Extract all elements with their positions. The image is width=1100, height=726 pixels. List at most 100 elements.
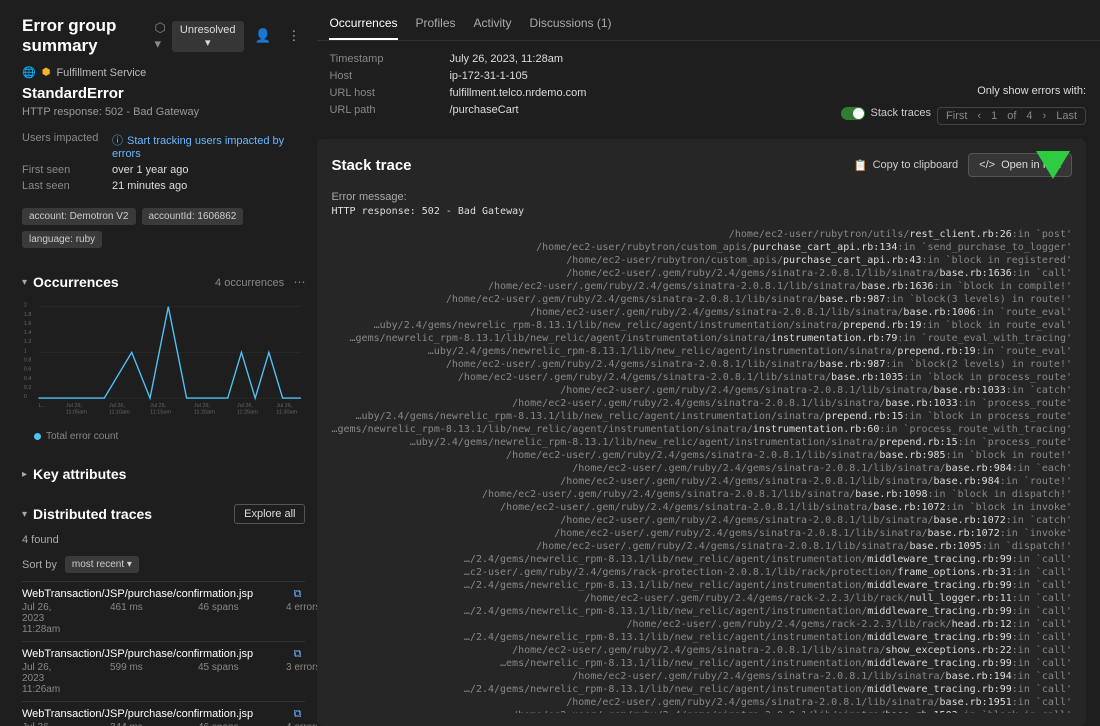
pager-first[interactable]: First <box>942 110 971 122</box>
pager-total: 4 <box>1022 110 1036 122</box>
users-impacted-label: Users impacted <box>22 132 112 160</box>
tracking-link[interactable]: Start tracking users impacted by errors <box>112 135 284 160</box>
trace-errors: 3 errors <box>286 662 317 695</box>
status-dropdown[interactable]: Unresolved ▾ <box>172 21 244 52</box>
trace-spans: 45 spans <box>198 662 246 695</box>
last-seen-label: Last seen <box>22 180 112 192</box>
error-name: StandardError <box>22 85 305 102</box>
error-message-label: Error message: <box>331 191 1072 203</box>
occurrences-count: 4 occurrences <box>215 277 284 289</box>
open-trace-icon[interactable]: ⧉ <box>294 588 302 601</box>
traces-found: 4 found <box>22 534 305 546</box>
svg-text:Jul 26,: Jul 26, <box>237 403 254 409</box>
svg-text:2: 2 <box>24 303 27 309</box>
more-icon[interactable]: ⋯ <box>293 275 305 289</box>
tag[interactable]: accountId: 1606862 <box>142 208 244 225</box>
code-icon: </> <box>979 159 995 171</box>
info-icon: ⓘ <box>112 135 123 147</box>
copy-clipboard-button[interactable]: 📋 Copy to clipboard <box>854 159 958 172</box>
svg-text:11:10am: 11:10am <box>109 410 130 416</box>
pager-last[interactable]: Last <box>1052 110 1081 122</box>
host-label: Host <box>329 70 449 82</box>
svg-text:Jul 26,: Jul 26, <box>276 403 293 409</box>
open-trace-icon[interactable]: ⧉ <box>294 648 302 661</box>
svg-text:0.8: 0.8 <box>24 358 32 364</box>
timestamp-value: July 26, 2023, 11:28am <box>449 53 563 65</box>
service-name[interactable]: Fulfillment Service <box>56 67 146 79</box>
trace-timestamp: Jul 26, 2023 11:18am <box>22 722 70 726</box>
stacktraces-toggle[interactable] <box>841 107 865 120</box>
svg-text:Jul 26,: Jul 26, <box>194 403 211 409</box>
host-value: ip-172-31-1-105 <box>449 70 527 82</box>
trace-item[interactable]: WebTransaction/JSP/purchase/confirmation… <box>22 701 305 726</box>
stack-trace-title: Stack trace <box>331 157 411 174</box>
tab-occurrences[interactable]: Occurrences <box>329 8 397 40</box>
only-show-label: Only show errors with: <box>841 85 1087 97</box>
open-trace-icon[interactable]: ⧉ <box>294 708 302 721</box>
entity-icon: ⬡ ▾ <box>155 20 166 52</box>
svg-text:1.6: 1.6 <box>24 321 32 327</box>
trace-name: WebTransaction/JSP/purchase/confirmation… <box>22 588 305 600</box>
svg-text:11:25am: 11:25am <box>237 410 258 416</box>
svg-text:0.2: 0.2 <box>24 385 32 391</box>
legend-dot-icon <box>34 433 41 440</box>
svg-text:11:30am: 11:30am <box>276 410 297 416</box>
urlpath-label: URL path <box>329 104 449 116</box>
svg-text:L...: L... <box>38 403 46 409</box>
trace-spans: 46 spans <box>198 722 246 726</box>
trace-spans: 46 spans <box>198 602 246 635</box>
tab-activity[interactable]: Activity <box>474 8 512 40</box>
urlhost-label: URL host <box>329 87 449 99</box>
pager-of: of <box>1003 110 1020 122</box>
last-seen-value: 21 minutes ago <box>112 180 187 192</box>
svg-text:1: 1 <box>24 348 27 354</box>
svg-text:11:20am: 11:20am <box>194 410 215 416</box>
first-seen-label: First seen <box>22 164 112 176</box>
svg-text:11:15am: 11:15am <box>150 410 171 416</box>
globe-icon: 🌐 <box>22 66 36 79</box>
chevron-down-icon[interactable]: ▾ <box>22 277 27 288</box>
trace-name: WebTransaction/JSP/purchase/confirmation… <box>22 708 305 720</box>
pager-pos: 1 <box>987 110 1001 122</box>
trace-timestamp: Jul 26, 2023 11:28am <box>22 602 70 635</box>
key-attributes-title: Key attributes <box>33 466 126 482</box>
svg-text:1.8: 1.8 <box>24 312 32 318</box>
svg-text:Jul 26,: Jul 26, <box>66 403 83 409</box>
tag[interactable]: account: Demotron V2 <box>22 208 136 225</box>
tab-profiles[interactable]: Profiles <box>416 8 456 40</box>
chevron-down-icon[interactable]: ▾ <box>22 509 27 520</box>
trace-duration: 599 ms <box>110 662 158 695</box>
svg-text:0: 0 <box>24 394 27 400</box>
error-message-text: HTTP response: 502 - Bad Gateway <box>331 205 1072 218</box>
service-hex-icon: ⬢ <box>42 67 51 78</box>
trace-name: WebTransaction/JSP/purchase/confirmation… <box>22 648 305 660</box>
pager: First ‹ 1 of 4 › Last <box>937 107 1086 125</box>
pager-prev-icon[interactable]: ‹ <box>973 110 985 122</box>
assign-user-icon[interactable]: 👤 <box>250 25 277 47</box>
open-in-ide-button[interactable]: </> Open in IDE <box>968 153 1072 177</box>
trace-errors: 4 errors <box>286 602 317 635</box>
trace-errors: 4 errors <box>286 722 317 726</box>
chevron-right-icon[interactable]: ▸ <box>22 469 27 480</box>
svg-text:1.4: 1.4 <box>24 330 32 336</box>
explore-all-button[interactable]: Explore all <box>234 504 305 524</box>
trace-duration: 461 ms <box>110 602 158 635</box>
svg-text:Jul 26,: Jul 26, <box>109 403 126 409</box>
more-menu-icon[interactable]: ⋮ <box>282 25 305 47</box>
timestamp-label: Timestamp <box>329 53 449 65</box>
stack-trace-body[interactable]: /home/ec2-user/rubytron/utils/rest_clien… <box>331 228 1072 713</box>
trace-item[interactable]: WebTransaction/JSP/purchase/confirmation… <box>22 581 305 641</box>
page-title: Error group summary <box>22 16 155 56</box>
urlpath-value: /purchaseCart <box>449 104 518 116</box>
occurrences-title: Occurrences <box>33 274 119 290</box>
pager-next-icon[interactable]: › <box>1039 110 1051 122</box>
sort-dropdown[interactable]: most recent ▾ <box>65 556 139 573</box>
trace-item[interactable]: WebTransaction/JSP/purchase/confirmation… <box>22 641 305 701</box>
svg-text:11:05am: 11:05am <box>66 410 87 416</box>
svg-text:0.6: 0.6 <box>24 367 32 373</box>
tag[interactable]: language: ruby <box>22 231 102 248</box>
copy-icon: 📋 <box>854 159 868 172</box>
urlhost-value: fulfillment.telco.nrdemo.com <box>449 87 586 99</box>
occurrences-chart[interactable]: 21.81.6 1.41.21 0.80.60.4 0.20 L... Jul … <box>22 296 305 427</box>
tab-discussions[interactable]: Discussions (1) <box>530 8 612 40</box>
